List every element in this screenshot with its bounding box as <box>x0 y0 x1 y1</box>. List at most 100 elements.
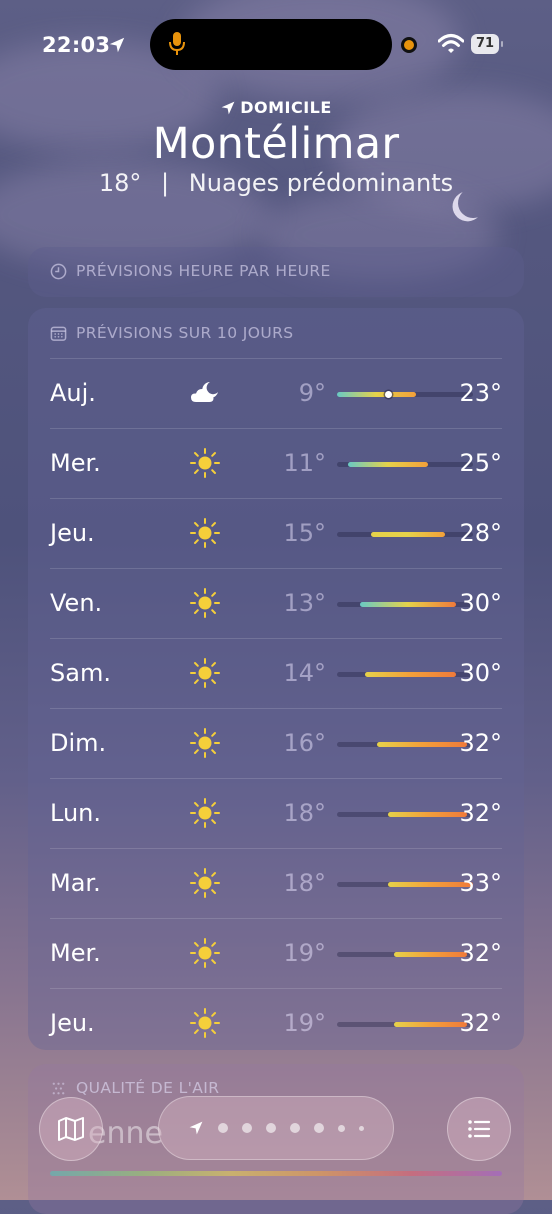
low-temperature: 15° <box>283 519 326 547</box>
high-temperature: 32° <box>459 1009 502 1037</box>
hourly-title-text: PRÉVISIONS HEURE PAR HEURE <box>76 262 331 280</box>
sun-icon <box>188 726 222 760</box>
high-temperature: 25° <box>459 449 502 477</box>
temperature-range-bar <box>337 742 473 747</box>
air-quality-title-text: QUALITÉ DE L'AIR <box>76 1079 220 1097</box>
ten-day-forecast-title: PRÉVISIONS SUR 10 JOURS <box>50 324 294 342</box>
sun-icon <box>188 446 222 480</box>
temperature-range-fill <box>348 462 428 467</box>
temperature-range-bar <box>337 532 473 537</box>
temperature-range-bar <box>337 462 473 467</box>
day-label: Mer. <box>50 449 101 477</box>
page-dot[interactable] <box>266 1123 276 1133</box>
page-dot[interactable] <box>218 1123 228 1133</box>
day-forecast-row[interactable]: Ven. 13° 30° <box>50 568 502 638</box>
temperature-range-fill <box>388 812 468 817</box>
separator: | <box>161 169 170 197</box>
hourly-forecast-title: PRÉVISIONS HEURE PAR HEURE <box>50 262 331 280</box>
day-forecast-row[interactable]: Sam. 14° 30° <box>50 638 502 708</box>
page-dot[interactable] <box>242 1123 252 1133</box>
temperature-range-bar <box>337 882 473 887</box>
page-dot[interactable] <box>314 1123 324 1133</box>
condition-text: Nuages prédominants <box>188 169 454 197</box>
microphone-icon <box>169 32 185 55</box>
temperature-range-fill <box>376 742 468 747</box>
status-time: 22:03 <box>42 33 111 57</box>
sun-icon <box>188 586 222 620</box>
low-temperature: 16° <box>283 729 326 757</box>
temperature-range-fill <box>393 1022 468 1027</box>
temperature-range-fill <box>393 952 468 957</box>
high-temperature: 33° <box>459 869 502 897</box>
clock-icon <box>50 263 67 279</box>
location-arrow-icon <box>189 1121 203 1135</box>
low-temperature: 18° <box>283 869 326 897</box>
sun-icon <box>188 936 222 970</box>
ten-day-title-text: PRÉVISIONS SUR 10 JOURS <box>76 324 294 342</box>
calendar-icon <box>50 326 67 341</box>
city-name: Montélimar <box>152 119 400 169</box>
low-temperature: 19° <box>283 939 326 967</box>
day-label: Lun. <box>50 799 101 827</box>
low-temperature: 14° <box>283 659 326 687</box>
day-label: Sam. <box>50 659 111 687</box>
temperature-range-fill <box>359 602 456 607</box>
temperature-range-bar <box>337 602 473 607</box>
high-temperature: 30° <box>459 589 502 617</box>
day-label: Auj. <box>50 379 96 407</box>
home-label-row: DOMICILE <box>0 98 552 117</box>
location-arrow-icon <box>109 37 125 53</box>
partly-cloudy-night-icon <box>188 376 222 410</box>
temperature-range-fill <box>371 532 445 537</box>
map-icon <box>58 1117 84 1141</box>
sun-icon <box>188 1006 222 1040</box>
day-forecast-row[interactable]: Mer. 19° 32° <box>50 918 502 988</box>
map-button[interactable] <box>39 1097 103 1161</box>
temperature-range-bar <box>337 1022 473 1027</box>
high-temperature: 30° <box>459 659 502 687</box>
home-label: DOMICILE <box>240 98 332 117</box>
high-temperature: 32° <box>459 939 502 967</box>
sun-icon <box>188 516 222 550</box>
day-rows: Auj. 9° 23° Mer. 11° 25° Jeu. 15° 28° Ven. 13° 30° S… <box>50 358 502 1058</box>
day-label: Jeu. <box>50 519 95 547</box>
page-dot[interactable] <box>290 1123 300 1133</box>
temperature-range-bar <box>337 672 473 677</box>
day-forecast-row[interactable]: Lun. 18° 32° <box>50 778 502 848</box>
low-temperature: 13° <box>283 589 326 617</box>
low-temperature: 9° <box>298 379 326 407</box>
current-conditions: 18° | Nuages prédominants <box>0 169 552 197</box>
sun-icon <box>188 796 222 830</box>
low-temperature: 19° <box>283 1009 326 1037</box>
day-forecast-row[interactable]: Jeu. 15° 28° <box>50 498 502 568</box>
current-temperature: 18° <box>98 169 142 197</box>
high-temperature: 23° <box>459 379 502 407</box>
privacy-indicator-dot <box>401 37 417 53</box>
ten-day-forecast-card[interactable]: PRÉVISIONS SUR 10 JOURS Auj. 9° 23° Mer. 11°… <box>28 308 524 1050</box>
low-temperature: 11° <box>283 449 326 477</box>
hourly-forecast-card[interactable]: PRÉVISIONS HEURE PAR HEURE <box>28 247 524 297</box>
air-quality-title: QUALITÉ DE L'AIR <box>50 1079 219 1097</box>
battery-icon: 71 <box>471 34 503 54</box>
sun-icon <box>188 866 222 900</box>
temperature-range-bar <box>337 952 473 957</box>
wifi-icon <box>438 34 464 53</box>
day-forecast-row[interactable]: Mar. 18° 33° <box>50 848 502 918</box>
high-temperature: 32° <box>459 799 502 827</box>
day-forecast-row[interactable]: Auj. 9° 23° <box>50 358 502 428</box>
page-dot[interactable] <box>359 1125 364 1131</box>
page-indicator[interactable] <box>158 1096 394 1160</box>
location-list-button[interactable] <box>447 1097 511 1161</box>
day-label: Jeu. <box>50 1009 95 1037</box>
temperature-range-bar <box>337 391 473 398</box>
temperature-range-bar <box>337 812 473 817</box>
day-forecast-row[interactable]: Dim. 16° 32° <box>50 708 502 778</box>
sun-icon <box>188 656 222 690</box>
list-icon <box>468 1120 491 1138</box>
high-temperature: 28° <box>459 519 502 547</box>
status-bar: 22:03 71 <box>0 0 552 90</box>
high-temperature: 32° <box>459 729 502 757</box>
day-forecast-row[interactable]: Mer. 11° 25° <box>50 428 502 498</box>
page-dot[interactable] <box>338 1124 345 1132</box>
day-forecast-row[interactable]: Jeu. 19° 32° <box>50 988 502 1058</box>
